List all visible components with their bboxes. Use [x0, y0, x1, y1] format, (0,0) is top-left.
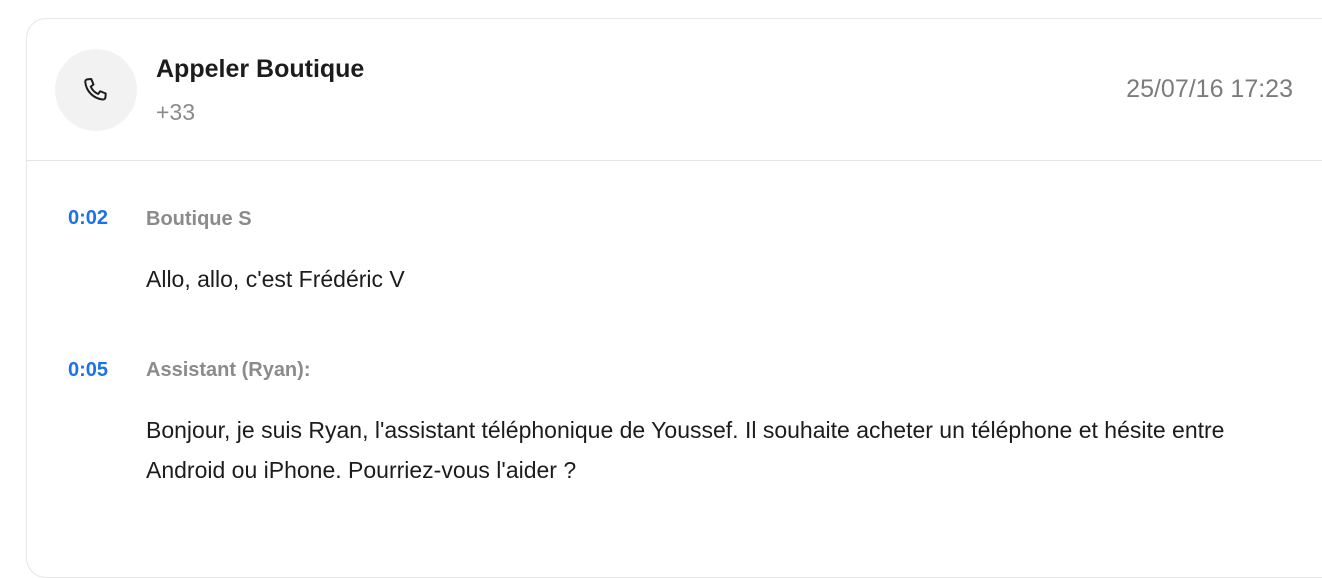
call-timestamp: 25/07/16 17:23 — [1126, 75, 1293, 103]
message-speaker: Assistant (Ryan): — [146, 359, 311, 381]
call-title: Appeler Boutique — [156, 55, 365, 83]
call-header: Appeler Boutique +33 25/07/16 17:23 — [27, 19, 1322, 161]
message-timestamp[interactable]: 0:02 — [68, 207, 108, 230]
call-phone-number: +33 — [156, 99, 196, 125]
message-timestamp[interactable]: 0:05 — [68, 359, 108, 382]
phone-icon — [84, 78, 107, 101]
message-speaker: Boutique S — [146, 208, 252, 230]
message-text: Bonjour, je suis Ryan, l'assistant télép… — [146, 417, 1225, 483]
call-avatar — [55, 49, 137, 131]
message-text: Allo, allo, c'est Frédéric V — [146, 266, 405, 292]
call-card: Appeler Boutique +33 25/07/16 17:23 0:02… — [26, 18, 1322, 578]
